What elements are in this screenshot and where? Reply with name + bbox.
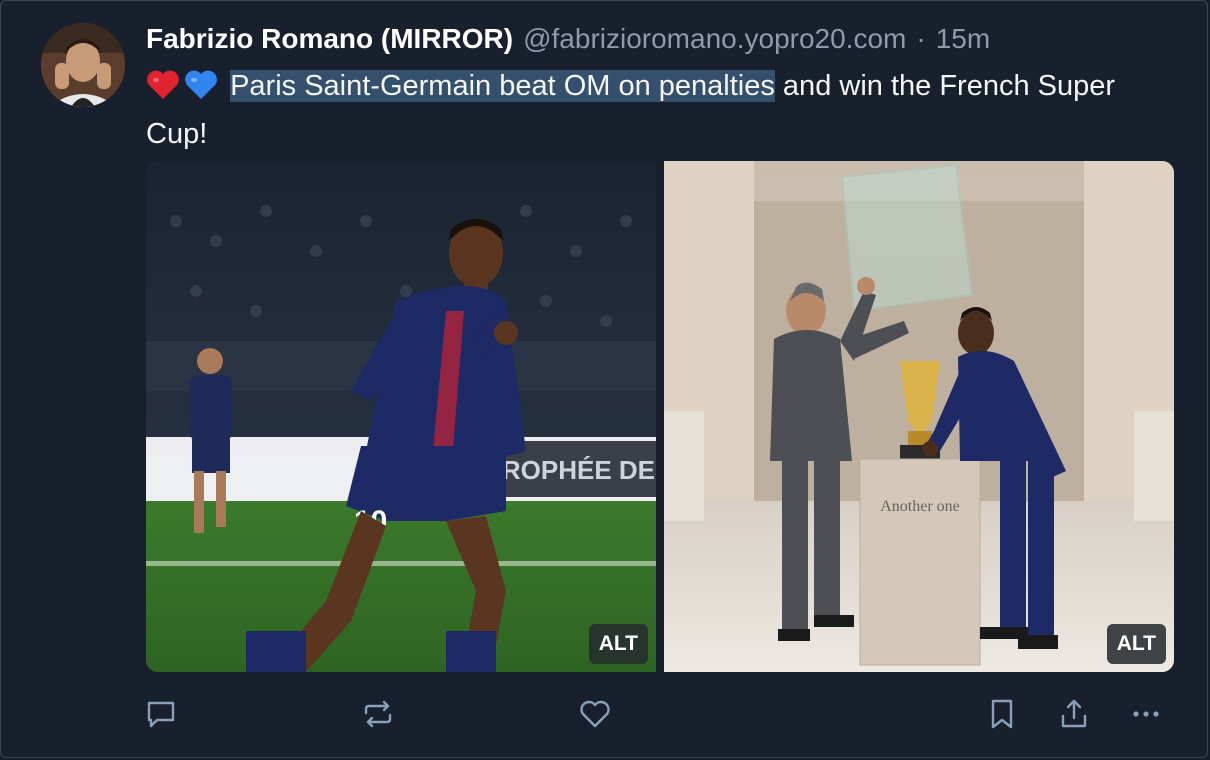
media-image-right[interactable]: Another one ALT bbox=[664, 161, 1174, 672]
post-card[interactable]: Fabrizio Romano (MIRROR) @fabrizioromano… bbox=[0, 0, 1208, 758]
alt-badge-left[interactable]: ALT bbox=[588, 624, 648, 664]
trophy-presentation-image: Another one bbox=[664, 161, 1174, 672]
avatar[interactable] bbox=[41, 23, 125, 107]
football-celebration-image: TROPHÉE DES CH 10 bbox=[146, 161, 656, 672]
bookmark-icon[interactable] bbox=[985, 697, 1019, 731]
reply-icon[interactable] bbox=[144, 697, 178, 731]
handle[interactable]: @fabrizioromano.yopro20.com bbox=[523, 23, 906, 55]
pedestal-text: Another one bbox=[880, 498, 960, 515]
timestamp[interactable]: 15m bbox=[936, 23, 990, 55]
blue-heart-icon bbox=[184, 69, 218, 113]
avatar-image bbox=[41, 23, 125, 107]
highlighted-text: Paris Saint-Germain beat OM on penalties bbox=[230, 70, 775, 102]
alt-badge-right[interactable]: ALT bbox=[1106, 624, 1166, 664]
like-icon[interactable] bbox=[578, 697, 612, 731]
display-name[interactable]: Fabrizio Romano (MIRROR) bbox=[146, 23, 513, 55]
more-icon[interactable] bbox=[1129, 697, 1163, 731]
red-heart-icon bbox=[146, 69, 180, 113]
post-header: Fabrizio Romano (MIRROR) @fabrizioromano… bbox=[146, 23, 990, 59]
action-bar bbox=[1, 691, 1207, 737]
post-text: Paris Saint-Germain beat OM on penalties… bbox=[146, 65, 1166, 155]
media-image-left[interactable]: TROPHÉE DES CH 10 ALT bbox=[146, 161, 656, 672]
share-icon[interactable] bbox=[1057, 697, 1091, 731]
board-text: TROPHÉE DES CH bbox=[486, 455, 656, 485]
separator: · bbox=[916, 23, 926, 54]
repost-icon[interactable] bbox=[361, 697, 395, 731]
